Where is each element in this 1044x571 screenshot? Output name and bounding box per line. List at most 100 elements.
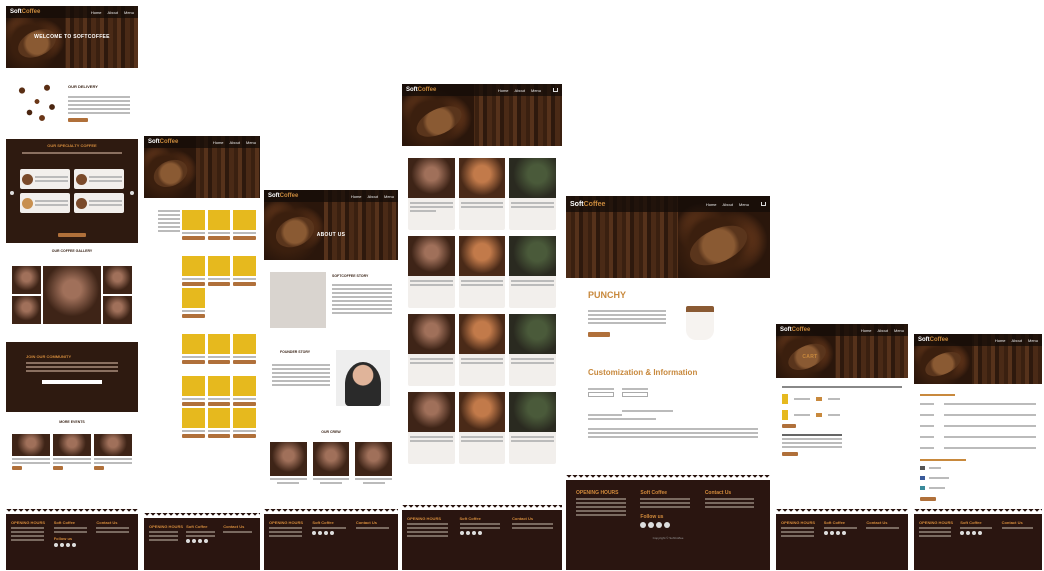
facebook-icon[interactable] — [835, 531, 840, 535]
twitter-icon[interactable] — [841, 531, 846, 535]
facebook-icon[interactable] — [972, 531, 977, 535]
twitter-icon[interactable] — [71, 543, 76, 547]
cart-icon[interactable] — [553, 88, 558, 92]
nav-menu[interactable]: Menu — [531, 88, 541, 93]
shop-card[interactable] — [408, 236, 455, 308]
linkedin-icon[interactable] — [648, 522, 655, 528]
shop-card[interactable] — [509, 158, 556, 230]
shop-card[interactable] — [458, 158, 506, 230]
product-card[interactable] — [182, 408, 205, 438]
facebook-icon[interactable] — [656, 522, 663, 528]
instagram-icon[interactable] — [312, 531, 317, 535]
facebook-icon[interactable] — [65, 543, 70, 547]
twitter-icon[interactable] — [978, 531, 983, 535]
delivery-button[interactable] — [68, 118, 88, 122]
linkedin-icon[interactable] — [192, 539, 197, 543]
twitter-icon[interactable] — [330, 531, 335, 535]
product-card[interactable] — [233, 256, 256, 286]
shop-card[interactable] — [509, 392, 556, 464]
product-card[interactable] — [207, 376, 231, 406]
nav-about[interactable]: About — [108, 10, 118, 15]
shop-card[interactable] — [509, 236, 556, 308]
instagram-icon[interactable] — [186, 539, 191, 543]
payment-option[interactable] — [920, 475, 1036, 481]
linkedin-icon[interactable] — [829, 531, 834, 535]
nav-menu[interactable]: Menu — [124, 10, 134, 15]
product-card[interactable] — [233, 334, 256, 364]
instagram-icon[interactable] — [53, 543, 58, 547]
shop-card[interactable] — [408, 392, 455, 464]
option-group[interactable] — [622, 386, 648, 397]
shop-card[interactable] — [458, 314, 506, 386]
nav-menu[interactable]: Menu — [246, 140, 256, 145]
twitter-icon[interactable] — [204, 539, 209, 543]
twitter-icon[interactable] — [477, 531, 482, 535]
add-to-cart-button[interactable] — [588, 332, 610, 337]
nav-about[interactable]: About — [878, 328, 888, 333]
product-card[interactable] — [182, 210, 205, 240]
payment-option[interactable] — [920, 465, 1036, 471]
speciality-card[interactable] — [20, 169, 70, 189]
nav-home[interactable]: Home — [91, 10, 102, 15]
shop-card[interactable] — [458, 392, 506, 464]
facebook-icon[interactable] — [471, 531, 476, 535]
instagram-icon[interactable] — [459, 531, 464, 535]
nav-about[interactable]: About — [723, 202, 733, 207]
product-card[interactable] — [182, 334, 205, 364]
product-card[interactable] — [207, 408, 231, 438]
brand-logo[interactable]: SoftCoffee — [10, 9, 40, 15]
product-card[interactable] — [207, 334, 231, 364]
cart-icon[interactable] — [761, 202, 766, 206]
nav-about[interactable]: About — [1012, 338, 1022, 343]
nav-about[interactable]: About — [230, 140, 240, 145]
twitter-icon[interactable] — [664, 522, 671, 528]
signup-email-input[interactable] — [42, 380, 102, 384]
speciality-card[interactable] — [20, 193, 70, 213]
checkout-button[interactable] — [782, 452, 798, 456]
shop-card[interactable] — [408, 314, 455, 386]
brand-logo[interactable]: SoftCoffee — [406, 87, 436, 93]
brand-logo[interactable]: SoftCoffee — [780, 327, 810, 333]
product-card[interactable] — [207, 256, 231, 286]
nav-home[interactable]: Home — [351, 194, 362, 199]
brand-logo[interactable]: SoftCoffee — [148, 139, 178, 145]
product-card[interactable] — [233, 408, 256, 438]
shop-card[interactable] — [458, 236, 506, 308]
form-field[interactable] — [920, 445, 1036, 451]
product-card[interactable] — [233, 210, 256, 240]
brand-logo[interactable]: SoftCoffee — [570, 201, 605, 208]
event-card[interactable] — [53, 434, 91, 470]
nav-about[interactable]: About — [515, 88, 525, 93]
linkedin-icon[interactable] — [966, 531, 971, 535]
form-field[interactable] — [920, 401, 1036, 407]
payment-option[interactable] — [920, 485, 1036, 491]
carousel-prev-button[interactable] — [10, 191, 14, 195]
nav-home[interactable]: Home — [213, 140, 224, 145]
product-card[interactable] — [182, 288, 205, 318]
nav-menu[interactable]: Menu — [1028, 338, 1038, 343]
nav-home[interactable]: Home — [706, 202, 717, 207]
nav-about[interactable]: About — [368, 194, 378, 199]
instagram-icon[interactable] — [960, 531, 965, 535]
brand-logo[interactable]: SoftCoffee — [268, 193, 298, 199]
shop-card[interactable] — [509, 314, 556, 386]
nav-menu[interactable]: Menu — [894, 328, 904, 333]
nav-home[interactable]: Home — [861, 328, 872, 333]
nav-home[interactable]: Home — [995, 338, 1006, 343]
instagram-icon[interactable] — [823, 531, 828, 535]
update-cart-button[interactable] — [782, 424, 796, 428]
event-card[interactable] — [12, 434, 50, 470]
event-card[interactable] — [94, 434, 132, 470]
linkedin-icon[interactable] — [318, 531, 323, 535]
form-field[interactable] — [920, 412, 1036, 418]
carousel-next-button[interactable] — [130, 191, 134, 195]
nav-home[interactable]: Home — [498, 88, 509, 93]
facebook-icon[interactable] — [198, 539, 203, 543]
product-card[interactable] — [182, 376, 205, 406]
form-field[interactable] — [920, 423, 1036, 429]
option-group[interactable] — [588, 386, 614, 397]
speciality-card[interactable] — [74, 169, 124, 189]
linkedin-icon[interactable] — [465, 531, 470, 535]
form-field[interactable] — [920, 434, 1036, 440]
instagram-icon[interactable] — [640, 522, 647, 528]
